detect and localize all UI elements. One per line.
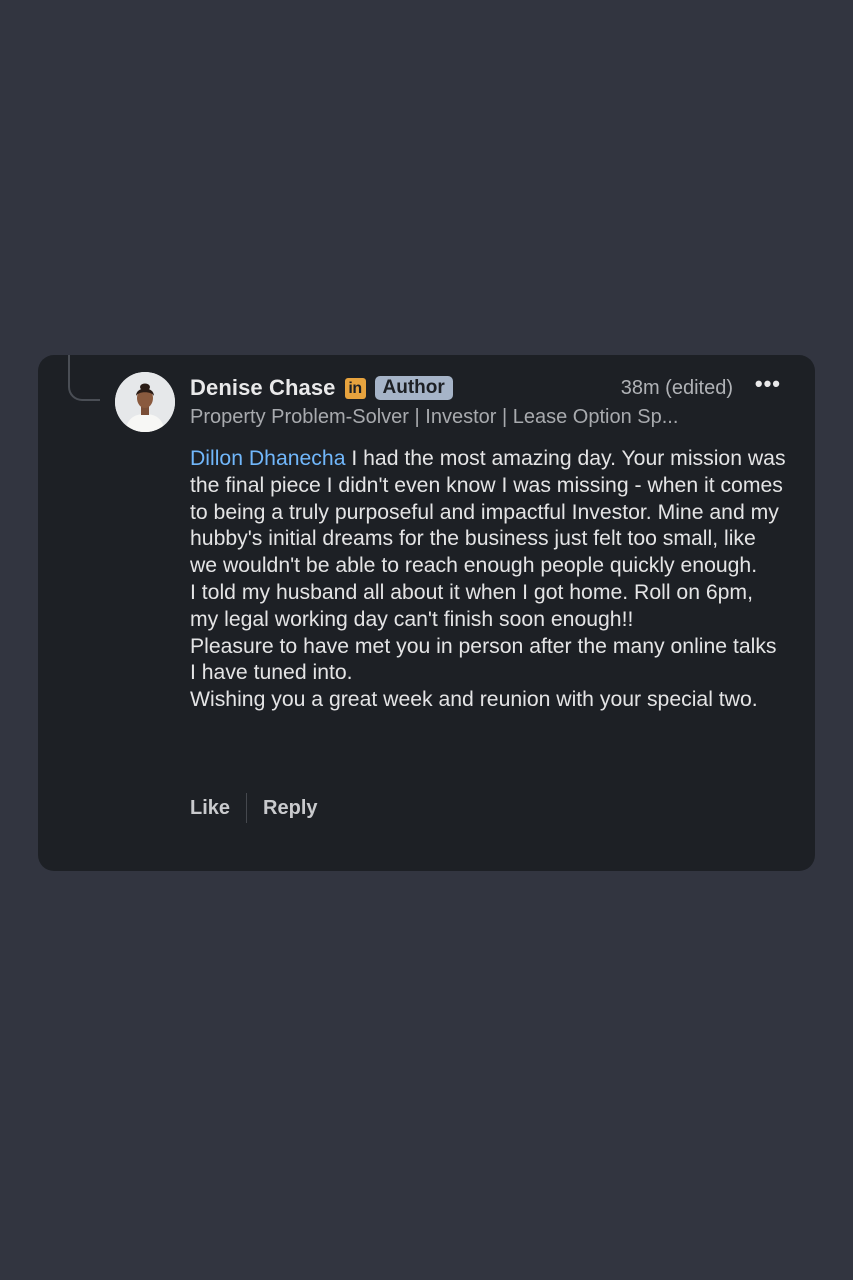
comment-paragraph: I told my husband all about it when I go… [190, 580, 753, 631]
author-name[interactable]: Denise Chase [190, 375, 336, 401]
comment-card: Denise Chase in Author 38m (edited) ••• … [38, 355, 815, 871]
avatar[interactable] [115, 372, 175, 432]
avatar-image [115, 372, 175, 432]
more-options-icon[interactable]: ••• [753, 373, 781, 395]
linkedin-icon: in [344, 377, 366, 399]
comment-actions: Like Reply [190, 793, 318, 823]
timestamp: 38m (edited) [620, 376, 733, 399]
thread-connector-line [68, 355, 100, 401]
actions-divider [246, 793, 248, 823]
author-headline: Property Problem-Solver | Investor | Lea… [190, 406, 679, 428]
comment-paragraph: Wishing you a great week and reunion wit… [190, 688, 758, 712]
comment-paragraph: Dillon Dhanecha I had the most amazing d… [190, 446, 786, 580]
like-button[interactable]: Like [190, 797, 230, 820]
name-row: Denise Chase in Author 38m (edited) ••• [190, 373, 781, 402]
mention-link[interactable]: Dillon Dhanecha [190, 447, 345, 470]
reply-button[interactable]: Reply [263, 797, 317, 820]
comment-header: Denise Chase in Author 38m (edited) ••• … [190, 373, 781, 429]
comment-paragraph: Pleasure to have met you in person after… [190, 634, 777, 685]
comment-body: Dillon Dhanecha I had the most amazing d… [190, 446, 786, 714]
author-badge: Author [374, 376, 453, 400]
